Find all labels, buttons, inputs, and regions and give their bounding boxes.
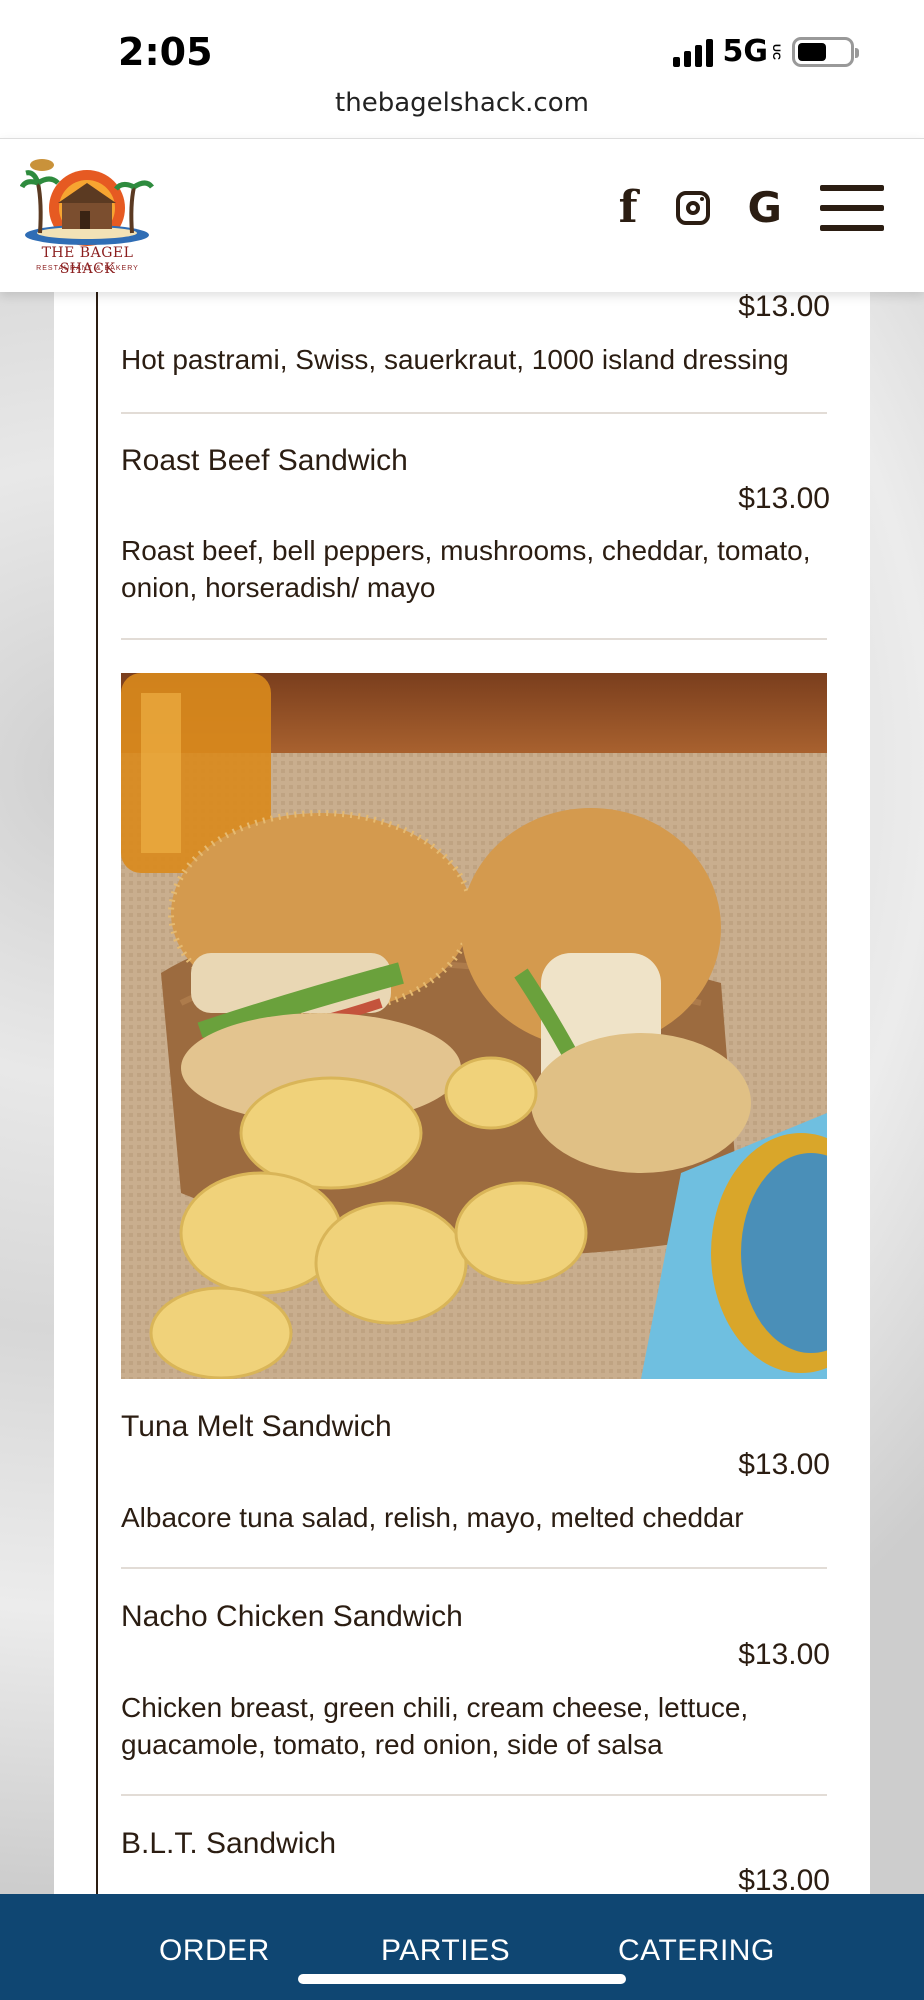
item-name: B.L.T. Sandwich [121, 1827, 337, 1860]
item-description: Chicken breast, green chili, cream chees… [121, 1692, 749, 1760]
site-header: THE BAGEL SHACK RESTAURANT & BAKERY f G [0, 138, 924, 292]
home-indicator [298, 1974, 626, 1984]
nav-catering-link[interactable]: CATERING [618, 1934, 775, 1968]
item-description: Albacore tuna salad, relish, mayo, melte… [121, 1502, 744, 1533]
sandwich-photo-image [121, 673, 827, 1379]
item-price: $13.00 [738, 482, 830, 515]
logo[interactable]: THE BAGEL SHACK RESTAURANT & BAKERY [19, 153, 155, 283]
sandwich-photo [121, 673, 827, 1379]
item-name: Tuna Melt Sandwich [121, 1410, 392, 1443]
facebook-icon[interactable]: f [619, 186, 638, 230]
signal-icon [672, 37, 713, 67]
logo-text: THE BAGEL SHACK [41, 245, 134, 277]
item-divider [121, 638, 827, 640]
url-bar[interactable]: thebagelshack.com [0, 88, 924, 118]
item-name: Nacho Chicken Sandwich [121, 1600, 463, 1633]
item-divider [121, 1794, 827, 1796]
item-divider [121, 412, 827, 414]
item-price: $13.00 [738, 1864, 830, 1897]
logo-subtext: RESTAURANT & BAKERY [36, 265, 139, 272]
instagram-icon[interactable] [675, 191, 710, 225]
menu-card-rule [96, 292, 98, 1894]
google-icon[interactable]: G [748, 187, 782, 229]
logo-image [19, 159, 154, 246]
status-bar: 2:05 5G UC [0, 0, 924, 90]
header-icons: f G [619, 185, 884, 231]
menu-card: $13.00 Hot pastrami, Swiss, sauerkraut, … [54, 290, 870, 1897]
item-price: $13.00 [738, 290, 830, 323]
network-badge: UC [770, 43, 782, 60]
nav-parties-link[interactable]: PARTIES [381, 1934, 510, 1968]
status-time: 2:05 [118, 30, 213, 74]
bottom-nav: ORDER PARTIES CATERING [0, 1894, 924, 2000]
network-label: 5G [722, 34, 769, 69]
item-price: $13.00 [738, 1448, 830, 1481]
item-description: Hot pastrami, Swiss, sauerkraut, 1000 is… [121, 344, 789, 375]
item-price: $13.00 [738, 1638, 830, 1671]
nav-order-link[interactable]: ORDER [159, 1934, 270, 1968]
item-description: Roast beef, bell peppers, mushrooms, che… [121, 535, 811, 603]
item-name: Roast Beef Sandwich [121, 444, 408, 477]
item-divider [121, 1567, 827, 1569]
battery-icon [792, 36, 859, 67]
hamburger-menu-icon[interactable] [820, 185, 884, 231]
status-icons: 5G UC [672, 34, 859, 69]
